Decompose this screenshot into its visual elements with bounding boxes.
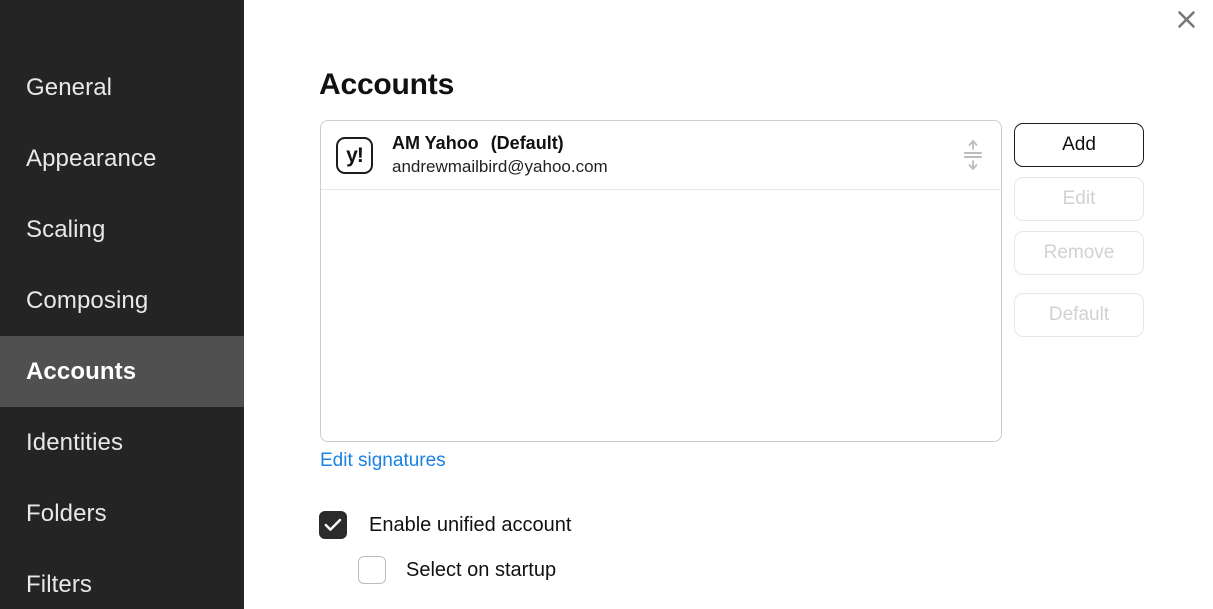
enable-unified-account-checkbox-row[interactable]: Enable unified account [319, 511, 571, 539]
sidebar-item-scaling[interactable]: Scaling [0, 194, 244, 265]
sidebar-item-identities[interactable]: Identities [0, 407, 244, 478]
sidebar-item-label: Filters [26, 570, 93, 598]
sidebar-item-label: Composing [26, 286, 149, 314]
default-button[interactable]: Default [1014, 293, 1144, 337]
settings-sidebar: General Appearance Scaling Composing Acc… [0, 0, 244, 609]
button-label: Add [1062, 134, 1096, 155]
add-button[interactable]: Add [1014, 123, 1144, 167]
sidebar-item-label: Identities [26, 428, 124, 456]
page-title: Accounts [319, 68, 455, 101]
sidebar-item-label: General [26, 73, 113, 101]
sidebar-item-composing[interactable]: Composing [0, 265, 244, 336]
sidebar-item-folders[interactable]: Folders [0, 478, 244, 549]
sidebar-item-label: Appearance [26, 144, 157, 172]
settings-window: General Appearance Scaling Composing Acc… [0, 0, 1213, 609]
sidebar-item-appearance[interactable]: Appearance [0, 123, 244, 194]
accounts-panel: Accounts y! AM Yahoo (Default) andrewmai… [244, 0, 1213, 609]
account-info: AM Yahoo (Default) andrewmailbird@yahoo.… [392, 133, 608, 177]
yahoo-glyph: y! [346, 143, 364, 167]
reorder-handle-icon[interactable] [963, 139, 983, 171]
sidebar-item-general[interactable]: General [0, 52, 244, 123]
sidebar-item-filters[interactable]: Filters [0, 549, 244, 609]
accounts-list: y! AM Yahoo (Default) andrewmailbird@yah… [320, 120, 1002, 442]
edit-button[interactable]: Edit [1014, 177, 1144, 221]
button-label: Remove [1043, 242, 1115, 263]
account-row[interactable]: y! AM Yahoo (Default) andrewmailbird@yah… [321, 121, 1001, 190]
checkbox-unchecked-icon[interactable] [358, 556, 386, 584]
select-on-startup-checkbox-row[interactable]: Select on startup [358, 556, 556, 584]
button-label: Default [1048, 304, 1110, 325]
account-default-badge: (Default) [490, 133, 564, 153]
edit-signatures-link[interactable]: Edit signatures [320, 450, 446, 472]
checkbox-label: Enable unified account [369, 513, 572, 536]
sidebar-item-accounts[interactable]: Accounts [0, 336, 244, 407]
sidebar-item-label: Accounts [26, 357, 137, 385]
checkmark-icon [324, 518, 342, 531]
sidebar-item-label: Scaling [26, 215, 106, 243]
account-name: AM Yahoo [392, 133, 479, 153]
yahoo-icon: y! [336, 136, 373, 174]
sidebar-item-label: Folders [26, 499, 107, 527]
checkbox-label: Select on startup [406, 558, 557, 581]
button-label: Edit [1062, 188, 1096, 209]
checkbox-checked-icon[interactable] [319, 511, 347, 539]
account-email: andrewmailbird@yahoo.com [392, 157, 608, 176]
remove-button[interactable]: Remove [1014, 231, 1144, 275]
